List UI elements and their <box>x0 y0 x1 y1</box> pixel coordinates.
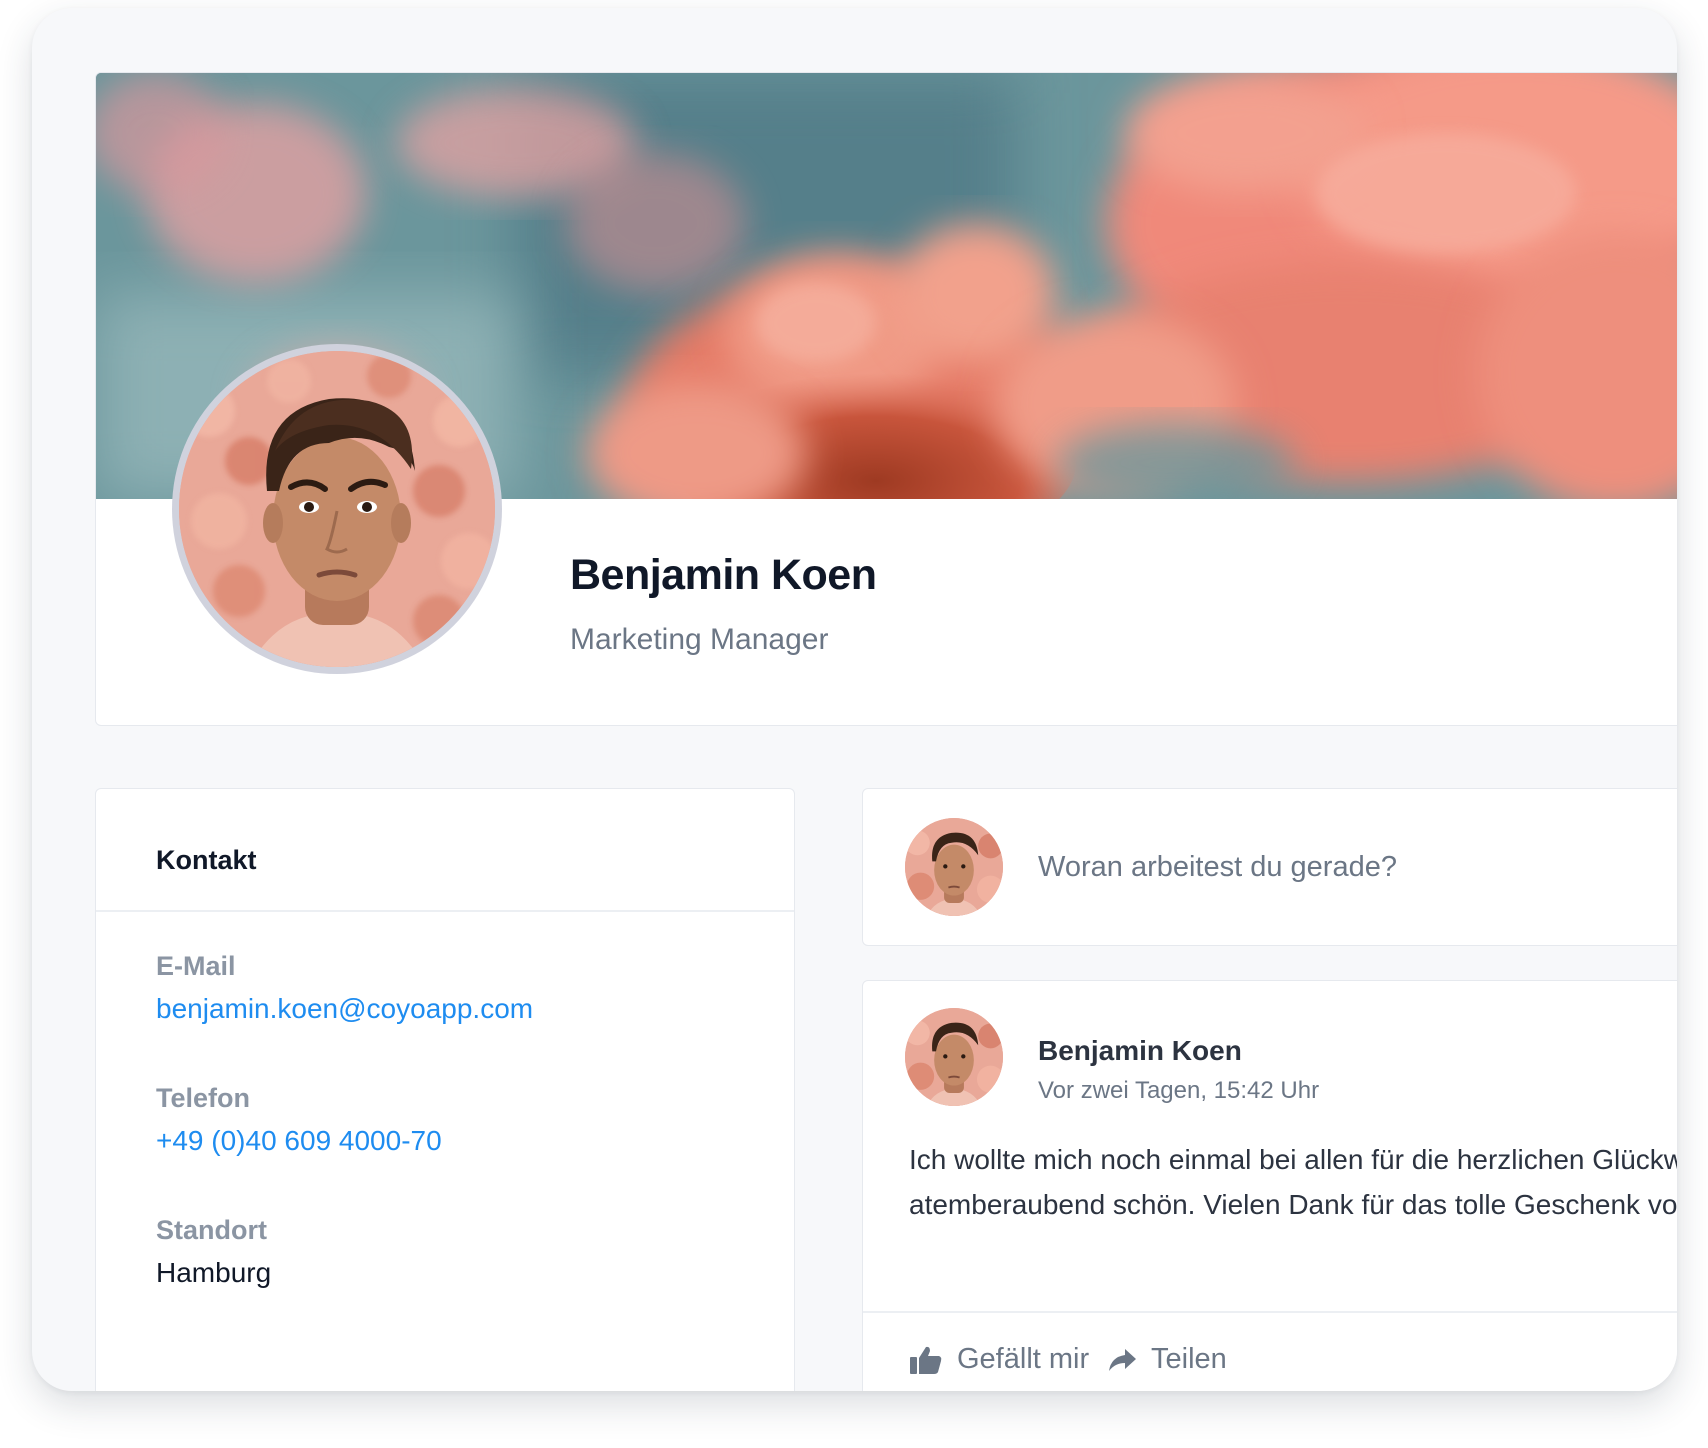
phone-link[interactable]: +49 (0)40 609 4000-70 <box>156 1125 442 1157</box>
share-arrow-icon <box>1109 1348 1136 1371</box>
contact-title: Kontakt <box>156 845 257 875</box>
like-label: Gefällt mir <box>957 1343 1090 1375</box>
profile-avatar[interactable] <box>172 344 502 674</box>
profile-name: Benjamin Koen <box>570 551 877 599</box>
location-value: Hamburg <box>156 1257 272 1288</box>
email-label: E-Mail <box>156 951 236 981</box>
like-button[interactable]: Gefällt mir <box>909 1343 1089 1376</box>
profile-role: Marketing Manager <box>570 623 829 656</box>
profile-header-card: Benjamin Koen Marketing Manager <box>95 72 1677 726</box>
post-author-avatar[interactable] <box>905 1008 1003 1106</box>
thumbs-up-icon <box>910 1346 942 1374</box>
composer-avatar <box>905 818 1003 916</box>
location-label: Standort <box>156 1215 267 1245</box>
divider <box>863 1311 1677 1313</box>
contact-card: Kontakt E-Mail benjamin.koen@coyoapp.com… <box>95 788 795 1391</box>
divider <box>96 910 794 912</box>
share-button[interactable]: Teilen <box>1107 1343 1227 1376</box>
avatar-portrait-graphic <box>905 818 1003 916</box>
post-author-name[interactable]: Benjamin Koen <box>1038 1035 1242 1067</box>
avatar-portrait-graphic <box>905 1008 1003 1106</box>
post-composer <box>862 788 1677 946</box>
app-window: Benjamin Koen Marketing Manager Kontakt … <box>32 8 1677 1391</box>
post-card: Benjamin Koen Vor zwei Tagen, 15:42 Uhr … <box>862 980 1677 1391</box>
composer-input[interactable] <box>1038 839 1677 895</box>
profile-portrait-graphic <box>179 351 495 667</box>
post-body-line: atemberaubend schön. Vielen Dank für das… <box>909 1189 1677 1220</box>
email-link[interactable]: benjamin.koen@coyoapp.com <box>156 993 533 1025</box>
post-timestamp: Vor zwei Tagen, 15:42 Uhr <box>1038 1077 1320 1104</box>
post-body-line: Ich wollte mich noch einmal bei allen fü… <box>909 1144 1677 1175</box>
share-label: Teilen <box>1151 1343 1227 1375</box>
post-body: Ich wollte mich noch einmal bei allen fü… <box>909 1137 1677 1227</box>
phone-label: Telefon <box>156 1083 250 1113</box>
